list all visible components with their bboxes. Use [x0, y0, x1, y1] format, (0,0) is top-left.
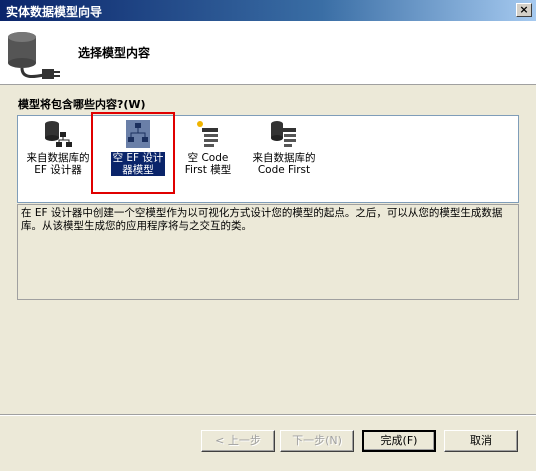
window-title: 实体数据模型向导 [6, 5, 103, 19]
prev-button[interactable]: < 上一步 [201, 430, 275, 452]
footer-separator [0, 414, 536, 416]
page-title: 选择模型内容 [78, 46, 151, 60]
database-plug-icon [8, 32, 60, 79]
close-button[interactable]: × [516, 3, 532, 17]
option-database-code-first[interactable]: 来自数据库的 Code First [244, 118, 324, 176]
option-empty-code-first[interactable]: 空 Code First 模型 [168, 118, 248, 176]
model-content-label: 模型将包含哪些内容?(W) [18, 98, 146, 111]
title-bar: 实体数据模型向导 × [0, 0, 536, 21]
wizard-header: 选择模型内容 [0, 21, 536, 85]
database-designer-icon [45, 121, 72, 147]
close-icon: × [519, 3, 529, 16]
database-code-first-icon [271, 121, 296, 147]
option-label: 空 Code First 模型 [184, 152, 232, 176]
cancel-button[interactable]: 取消 [444, 430, 518, 452]
option-label: 来自数据库的 Code First [252, 152, 316, 176]
option-description: 在 EF 设计器中创建一个空模型作为以可视化方式设计您的模型的起点。之后，可以从… [17, 204, 519, 300]
option-label: 来自数据库的 EF 设计器 [26, 152, 90, 176]
finish-button[interactable]: 完成(F) [362, 430, 436, 452]
option-database-designer[interactable]: 来自数据库的 EF 设计器 [18, 118, 98, 176]
next-button[interactable]: 下一步(N) [280, 430, 354, 452]
empty-code-first-icon [197, 121, 218, 147]
selection-highlight-frame [91, 112, 175, 194]
